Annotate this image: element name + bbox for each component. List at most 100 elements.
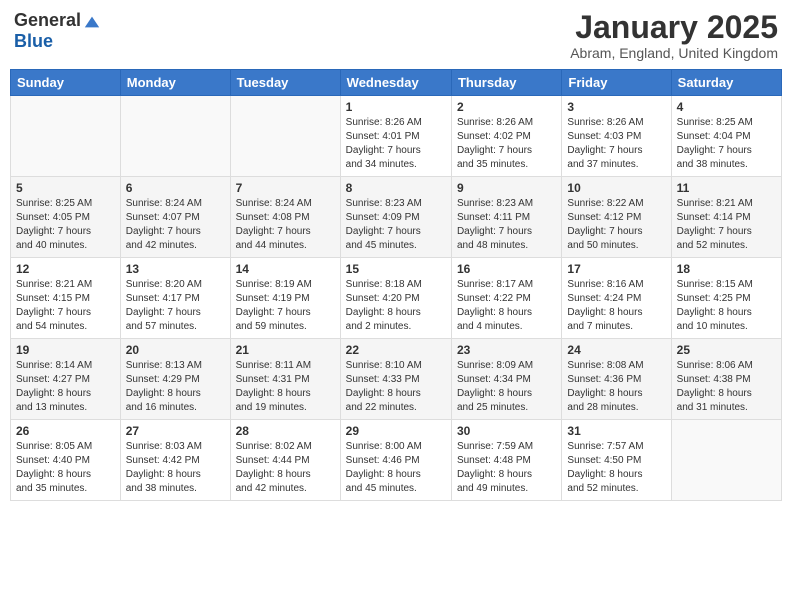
day-number: 2	[457, 100, 556, 114]
day-number: 8	[346, 181, 446, 195]
calendar-cell: 3 Sunrise: 8:26 AM Sunset: 4:03 PM Daylig…	[562, 96, 671, 177]
day-header-tuesday: Tuesday	[230, 70, 340, 96]
calendar-cell: 9 Sunrise: 8:23 AM Sunset: 4:11 PM Daylig…	[451, 177, 561, 258]
day-header-thursday: Thursday	[451, 70, 561, 96]
week-row-2: 5Sunrise: 8:25 AM Sunset: 4:05 PM Daylig…	[11, 177, 782, 258]
day-info: Sunrise: 8:25 AM Sunset: 4:04 PM Dayligh…	[677, 116, 776, 172]
day-number: 3	[567, 100, 665, 114]
calendar-cell: 12 Sunrise: 8:21 AM Sunset: 4:15 PM Dayli…	[11, 258, 121, 339]
logo: General Blue	[14, 10, 101, 52]
day-number: 7	[236, 181, 335, 195]
day-info: Sunrise: 8:17 AM Sunset: 4:22 PM Dayligh…	[457, 278, 556, 334]
day-info: Sunrise: 8:03 AM Sunset: 4:42 PM Dayligh…	[126, 440, 225, 496]
calendar-cell: 15Sunrise: 8:18 AM Sunset: 4:20 PM Dayli…	[340, 258, 451, 339]
calendar-cell: 10 Sunrise: 8:22 AM Sunset: 4:12 PM Dayli…	[562, 177, 671, 258]
calendar-cell	[120, 96, 230, 177]
day-info: Sunrise: 8:15 AM Sunset: 4:25 PM Dayligh…	[677, 278, 776, 334]
calendar-cell: 7Sunrise: 8:24 AM Sunset: 4:08 PM Daylig…	[230, 177, 340, 258]
day-number: 27	[126, 424, 225, 438]
day-info: Sunrise: 8:05 AM Sunset: 4:40 PM Dayligh…	[16, 440, 115, 496]
day-header-monday: Monday	[120, 70, 230, 96]
day-header-friday: Friday	[562, 70, 671, 96]
day-number: 16	[457, 262, 556, 276]
calendar: SundayMondayTuesdayWednesdayThursdayFrid…	[10, 69, 782, 501]
day-info: Sunrise: 8:21 AM Sunset: 4:14 PM Dayligh…	[677, 197, 776, 253]
week-row-5: 26 Sunrise: 8:05 AM Sunset: 4:40 PM Dayli…	[11, 420, 782, 501]
day-info: Sunrise: 8:26 AM Sunset: 4:01 PM Dayligh…	[346, 116, 446, 172]
day-number: 22	[346, 343, 446, 357]
day-number: 15	[346, 262, 446, 276]
calendar-cell: 5Sunrise: 8:25 AM Sunset: 4:05 PM Daylig…	[11, 177, 121, 258]
days-header-row: SundayMondayTuesdayWednesdayThursdayFrid…	[11, 70, 782, 96]
calendar-cell: 6Sunrise: 8:24 AM Sunset: 4:07 PM Daylig…	[120, 177, 230, 258]
day-info: Sunrise: 8:11 AM Sunset: 4:31 PM Dayligh…	[236, 359, 335, 415]
calendar-cell	[671, 420, 781, 501]
calendar-cell: 21 Sunrise: 8:11 AM Sunset: 4:31 PM Dayli…	[230, 339, 340, 420]
logo-icon	[83, 13, 101, 31]
day-info: Sunrise: 7:59 AM Sunset: 4:48 PM Dayligh…	[457, 440, 556, 496]
day-number: 19	[16, 343, 115, 357]
calendar-cell: 25 Sunrise: 8:06 AM Sunset: 4:38 PM Dayli…	[671, 339, 781, 420]
day-info: Sunrise: 8:13 AM Sunset: 4:29 PM Dayligh…	[126, 359, 225, 415]
day-header-sunday: Sunday	[11, 70, 121, 96]
day-number: 21	[236, 343, 335, 357]
calendar-cell: 16 Sunrise: 8:17 AM Sunset: 4:22 PM Dayli…	[451, 258, 561, 339]
calendar-cell: 20 Sunrise: 8:13 AM Sunset: 4:29 PM Dayli…	[120, 339, 230, 420]
calendar-cell	[11, 96, 121, 177]
day-number: 12	[16, 262, 115, 276]
day-info: Sunrise: 8:08 AM Sunset: 4:36 PM Dayligh…	[567, 359, 665, 415]
calendar-cell: 8 Sunrise: 8:23 AM Sunset: 4:09 PM Daylig…	[340, 177, 451, 258]
day-number: 25	[677, 343, 776, 357]
calendar-cell: 23Sunrise: 8:09 AM Sunset: 4:34 PM Dayli…	[451, 339, 561, 420]
month-title: January 2025	[570, 10, 778, 45]
day-info: Sunrise: 8:21 AM Sunset: 4:15 PM Dayligh…	[16, 278, 115, 334]
day-number: 30	[457, 424, 556, 438]
day-number: 13	[126, 262, 225, 276]
day-info: Sunrise: 8:19 AM Sunset: 4:19 PM Dayligh…	[236, 278, 335, 334]
calendar-cell: 28Sunrise: 8:02 AM Sunset: 4:44 PM Dayli…	[230, 420, 340, 501]
day-number: 5	[16, 181, 115, 195]
day-info: Sunrise: 8:22 AM Sunset: 4:12 PM Dayligh…	[567, 197, 665, 253]
calendar-cell: 13 Sunrise: 8:20 AM Sunset: 4:17 PM Dayli…	[120, 258, 230, 339]
calendar-cell: 24 Sunrise: 8:08 AM Sunset: 4:36 PM Dayli…	[562, 339, 671, 420]
day-number: 17	[567, 262, 665, 276]
calendar-cell: 4 Sunrise: 8:25 AM Sunset: 4:04 PM Daylig…	[671, 96, 781, 177]
day-number: 20	[126, 343, 225, 357]
day-number: 24	[567, 343, 665, 357]
day-info: Sunrise: 8:23 AM Sunset: 4:09 PM Dayligh…	[346, 197, 446, 253]
calendar-cell: 22Sunrise: 8:10 AM Sunset: 4:33 PM Dayli…	[340, 339, 451, 420]
calendar-cell: 11 Sunrise: 8:21 AM Sunset: 4:14 PM Dayli…	[671, 177, 781, 258]
day-number: 4	[677, 100, 776, 114]
day-number: 18	[677, 262, 776, 276]
calendar-cell: 29 Sunrise: 8:00 AM Sunset: 4:46 PM Dayli…	[340, 420, 451, 501]
day-info: Sunrise: 7:57 AM Sunset: 4:50 PM Dayligh…	[567, 440, 665, 496]
day-info: Sunrise: 8:20 AM Sunset: 4:17 PM Dayligh…	[126, 278, 225, 334]
day-number: 11	[677, 181, 776, 195]
page: General Blue January 2025 Abram, England…	[0, 0, 792, 511]
day-info: Sunrise: 8:00 AM Sunset: 4:46 PM Dayligh…	[346, 440, 446, 496]
day-number: 10	[567, 181, 665, 195]
calendar-cell: 27 Sunrise: 8:03 AM Sunset: 4:42 PM Dayli…	[120, 420, 230, 501]
day-number: 26	[16, 424, 115, 438]
calendar-cell: 30 Sunrise: 7:59 AM Sunset: 4:48 PM Dayli…	[451, 420, 561, 501]
week-row-3: 12 Sunrise: 8:21 AM Sunset: 4:15 PM Dayli…	[11, 258, 782, 339]
day-info: Sunrise: 8:26 AM Sunset: 4:03 PM Dayligh…	[567, 116, 665, 172]
calendar-cell: 1 Sunrise: 8:26 AM Sunset: 4:01 PM Daylig…	[340, 96, 451, 177]
header: General Blue January 2025 Abram, England…	[10, 10, 782, 61]
logo-blue-text: Blue	[14, 31, 53, 52]
calendar-cell: 26 Sunrise: 8:05 AM Sunset: 4:40 PM Dayli…	[11, 420, 121, 501]
calendar-cell: 18 Sunrise: 8:15 AM Sunset: 4:25 PM Dayli…	[671, 258, 781, 339]
calendar-cell: 31Sunrise: 7:57 AM Sunset: 4:50 PM Dayli…	[562, 420, 671, 501]
day-number: 9	[457, 181, 556, 195]
day-header-saturday: Saturday	[671, 70, 781, 96]
calendar-cell: 17 Sunrise: 8:16 AM Sunset: 4:24 PM Dayli…	[562, 258, 671, 339]
day-info: Sunrise: 8:09 AM Sunset: 4:34 PM Dayligh…	[457, 359, 556, 415]
location: Abram, England, United Kingdom	[570, 45, 778, 61]
day-number: 1	[346, 100, 446, 114]
day-info: Sunrise: 8:16 AM Sunset: 4:24 PM Dayligh…	[567, 278, 665, 334]
day-info: Sunrise: 8:23 AM Sunset: 4:11 PM Dayligh…	[457, 197, 556, 253]
day-info: Sunrise: 8:06 AM Sunset: 4:38 PM Dayligh…	[677, 359, 776, 415]
logo-general-text: General	[14, 10, 81, 31]
day-number: 29	[346, 424, 446, 438]
day-info: Sunrise: 8:14 AM Sunset: 4:27 PM Dayligh…	[16, 359, 115, 415]
